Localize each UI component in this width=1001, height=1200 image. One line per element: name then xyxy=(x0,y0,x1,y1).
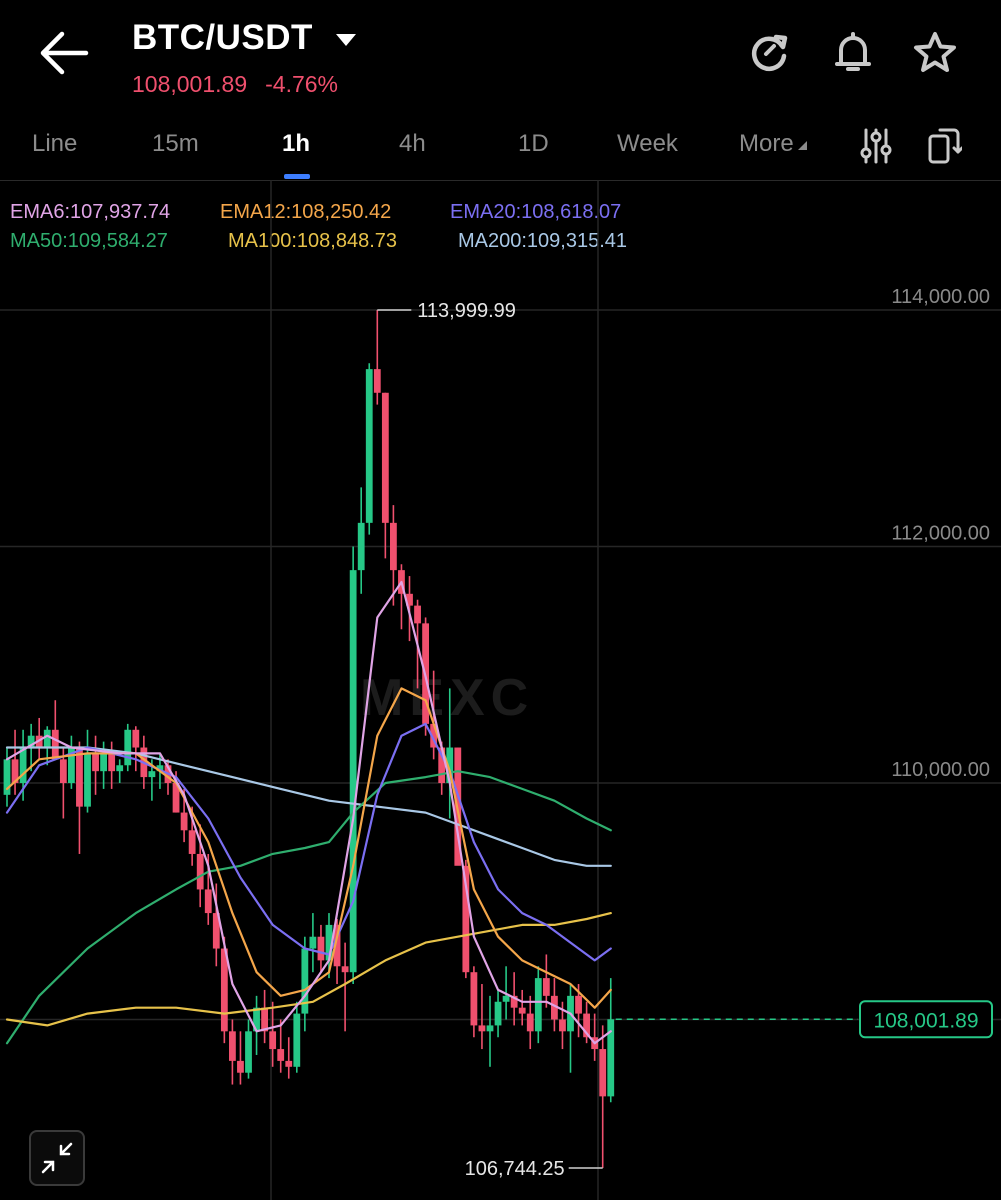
price-row: 108,001.89 -4.76% xyxy=(132,71,338,98)
candle-body xyxy=(309,936,317,949)
candle-body xyxy=(575,995,582,1014)
ema6-line xyxy=(5,580,612,1045)
tab-line[interactable]: Line xyxy=(32,130,77,158)
tab-4h[interactable]: 4h xyxy=(399,130,426,158)
timeframe-tabs: Line 15m 1h 4h 1D Week More xyxy=(0,118,1001,181)
candle-body xyxy=(245,1031,252,1073)
low-price-label: 106,744.25 xyxy=(465,1158,565,1180)
candle-body xyxy=(357,522,365,571)
candle-body xyxy=(293,1013,301,1067)
bell-icon[interactable] xyxy=(830,30,876,76)
candle-body xyxy=(237,1060,244,1073)
candle-body xyxy=(124,729,132,766)
candle-body xyxy=(390,522,397,571)
candle-body xyxy=(470,972,478,1026)
candle-body xyxy=(108,753,116,772)
more-corner-icon xyxy=(797,141,807,150)
candle-body xyxy=(188,830,196,854)
collapse-chart-button[interactable] xyxy=(29,1130,85,1186)
candle-body xyxy=(349,570,357,973)
star-icon[interactable] xyxy=(912,30,958,76)
candle-body xyxy=(51,729,59,760)
candle-body xyxy=(502,995,510,1002)
candle-body xyxy=(132,729,140,748)
candle-body xyxy=(92,753,99,772)
rotate-screen-icon[interactable] xyxy=(926,126,962,166)
candle-body xyxy=(229,1031,236,1061)
y-axis-label: 112,000.00 xyxy=(891,523,990,545)
current-price-label: 108,001.89 xyxy=(873,1009,978,1032)
candle-body xyxy=(559,1019,566,1032)
candle-body xyxy=(76,747,83,807)
indicator-settings-icon[interactable] xyxy=(858,126,894,166)
candle-body xyxy=(518,1007,526,1014)
candle-body xyxy=(526,1013,534,1032)
candle-body xyxy=(285,1060,293,1067)
back-arrow-icon[interactable] xyxy=(36,28,92,78)
candle-body xyxy=(542,978,550,996)
active-tab-indicator xyxy=(284,174,310,179)
tab-1d[interactable]: 1D xyxy=(518,130,549,158)
candle-body xyxy=(373,369,381,393)
candle-body xyxy=(599,1049,607,1097)
candle-body xyxy=(534,978,542,1032)
candle-body xyxy=(100,753,107,772)
candle-body xyxy=(494,1001,502,1026)
candle-body xyxy=(486,1025,494,1032)
refresh-icon[interactable] xyxy=(746,30,792,76)
caret-down-icon[interactable] xyxy=(334,30,358,50)
tab-15m[interactable]: 15m xyxy=(152,130,199,158)
candle-body xyxy=(365,369,373,523)
candle-body xyxy=(317,936,325,961)
candle-body xyxy=(196,853,204,890)
y-axis-label: 114,000.00 xyxy=(891,286,990,308)
candle-body xyxy=(148,771,156,778)
last-price: 108,001.89 xyxy=(132,71,248,97)
candle-body xyxy=(204,889,212,914)
candle-body xyxy=(269,1031,277,1050)
candle-body xyxy=(180,812,188,831)
trading-pair-title[interactable]: BTC/USDT xyxy=(132,18,313,58)
high-price-label: 113,999.99 xyxy=(417,300,516,322)
header: BTC/USDT 108,001.89 -4.76% xyxy=(0,0,1001,110)
candle-body xyxy=(478,1025,486,1032)
candle-body xyxy=(84,753,91,807)
y-axis-label: 110,000.00 xyxy=(891,759,990,781)
candlestick-chart[interactable]: MEXC114,000.00112,000.00110,000.00113,99… xyxy=(0,180,1001,1200)
candle-body xyxy=(43,729,51,748)
collapse-arrows-icon xyxy=(41,1142,73,1174)
change-percent: -4.76% xyxy=(265,71,338,97)
candle-body xyxy=(277,1049,285,1061)
tab-1h[interactable]: 1h xyxy=(282,130,310,158)
candle-body xyxy=(341,966,349,973)
candle-body xyxy=(116,765,124,772)
tab-more-label: More xyxy=(739,130,794,157)
candle-body xyxy=(414,605,421,624)
candle-body xyxy=(59,759,67,783)
tab-week[interactable]: Week xyxy=(617,130,678,158)
candle-body xyxy=(381,392,389,523)
tab-more[interactable]: More xyxy=(739,130,808,158)
